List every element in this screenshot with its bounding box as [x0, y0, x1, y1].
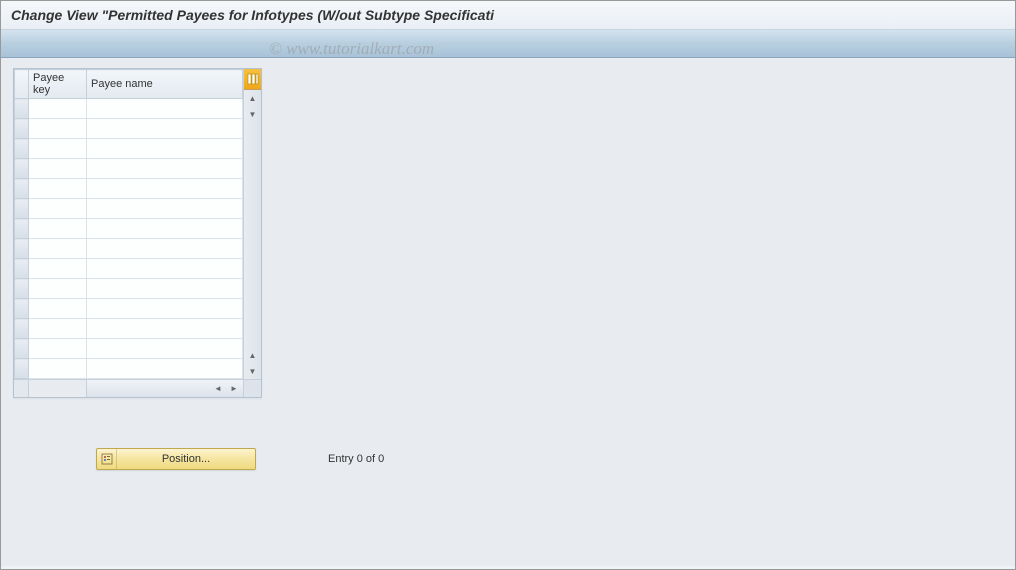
payee-table: Payee key Payee name [14, 69, 243, 379]
table-row[interactable] [15, 179, 243, 199]
cell-payee-key[interactable] [29, 99, 87, 119]
cell-payee-key[interactable] [29, 239, 87, 259]
configure-columns-icon[interactable] [244, 69, 261, 90]
table-row[interactable] [15, 299, 243, 319]
cell-payee-key[interactable] [29, 319, 87, 339]
table-row[interactable] [15, 339, 243, 359]
payee-table-container: Payee key Payee name [13, 68, 262, 398]
row-selector[interactable] [15, 299, 29, 319]
cell-payee-name[interactable] [87, 239, 243, 259]
horizontal-scroll-track[interactable]: ◄ ► [87, 380, 243, 397]
cell-payee-name[interactable] [87, 339, 243, 359]
column-header-payee-key[interactable]: Payee key [29, 70, 87, 99]
scroll-down-icon[interactable]: ▼ [244, 106, 261, 122]
cell-payee-name[interactable] [87, 359, 243, 379]
row-selector-header[interactable] [15, 70, 29, 99]
scroll-down-bottom-icon[interactable]: ▼ [244, 363, 261, 379]
row-selector[interactable] [15, 99, 29, 119]
cell-payee-name[interactable] [87, 139, 243, 159]
table-row[interactable] [15, 139, 243, 159]
cell-payee-name[interactable] [87, 99, 243, 119]
table-row[interactable] [15, 99, 243, 119]
payee-table-body [15, 99, 243, 379]
cell-payee-key[interactable] [29, 179, 87, 199]
row-selector[interactable] [15, 159, 29, 179]
cell-payee-key[interactable] [29, 219, 87, 239]
table-row[interactable] [15, 359, 243, 379]
row-selector[interactable] [15, 239, 29, 259]
row-selector[interactable] [15, 359, 29, 379]
table-row[interactable] [15, 319, 243, 339]
cell-payee-name[interactable] [87, 219, 243, 239]
window-title: Change View "Permitted Payees for Infoty… [11, 7, 494, 23]
cell-payee-key[interactable] [29, 339, 87, 359]
cell-payee-key[interactable] [29, 299, 87, 319]
window-title-bar: Change View "Permitted Payees for Infoty… [1, 1, 1015, 30]
scroll-corner [243, 380, 261, 397]
cell-payee-key[interactable] [29, 359, 87, 379]
table-row[interactable] [15, 119, 243, 139]
cell-payee-key[interactable] [29, 199, 87, 219]
scroll-up-icon[interactable]: ▲ [244, 90, 261, 106]
row-selector[interactable] [15, 179, 29, 199]
table-row[interactable] [15, 199, 243, 219]
row-selector[interactable] [15, 319, 29, 339]
row-selector[interactable] [15, 259, 29, 279]
cell-payee-key[interactable] [29, 259, 87, 279]
application-toolbar [1, 30, 1015, 58]
cell-payee-name[interactable] [87, 159, 243, 179]
table-row[interactable] [15, 279, 243, 299]
position-button[interactable]: Position... [96, 448, 256, 470]
vertical-scroll-track[interactable] [244, 122, 261, 347]
scroll-left-icon[interactable]: ◄ [211, 382, 225, 396]
table-row[interactable] [15, 239, 243, 259]
column-header-payee-name[interactable]: Payee name [87, 70, 243, 99]
cell-payee-name[interactable] [87, 279, 243, 299]
position-icon [97, 449, 117, 469]
content-area: Payee key Payee name [1, 58, 1015, 566]
cell-payee-key[interactable] [29, 139, 87, 159]
scroll-right-icon[interactable]: ► [227, 382, 241, 396]
hscroll-spacer [29, 380, 87, 397]
cell-payee-name[interactable] [87, 259, 243, 279]
table-row[interactable] [15, 159, 243, 179]
hscroll-spacer [14, 380, 29, 397]
row-selector[interactable] [15, 199, 29, 219]
row-selector[interactable] [15, 339, 29, 359]
table-row[interactable] [15, 259, 243, 279]
table-row[interactable] [15, 219, 243, 239]
cell-payee-name[interactable] [87, 119, 243, 139]
footer-row: Position... Entry 0 of 0 [96, 448, 384, 470]
row-selector[interactable] [15, 219, 29, 239]
cell-payee-name[interactable] [87, 319, 243, 339]
cell-payee-key[interactable] [29, 279, 87, 299]
cell-payee-name[interactable] [87, 199, 243, 219]
cell-payee-name[interactable] [87, 179, 243, 199]
row-selector[interactable] [15, 279, 29, 299]
horizontal-scrollbar[interactable]: ◄ ► [14, 379, 261, 397]
cell-payee-name[interactable] [87, 299, 243, 319]
entry-count-text: Entry 0 of 0 [328, 453, 384, 465]
row-selector[interactable] [15, 119, 29, 139]
position-button-label: Position... [117, 453, 255, 465]
vertical-scrollbar[interactable]: ▲ ▼ ▲ ▼ [243, 69, 261, 379]
row-selector[interactable] [15, 139, 29, 159]
cell-payee-key[interactable] [29, 119, 87, 139]
cell-payee-key[interactable] [29, 159, 87, 179]
scroll-up-bottom-icon[interactable]: ▲ [244, 347, 261, 363]
